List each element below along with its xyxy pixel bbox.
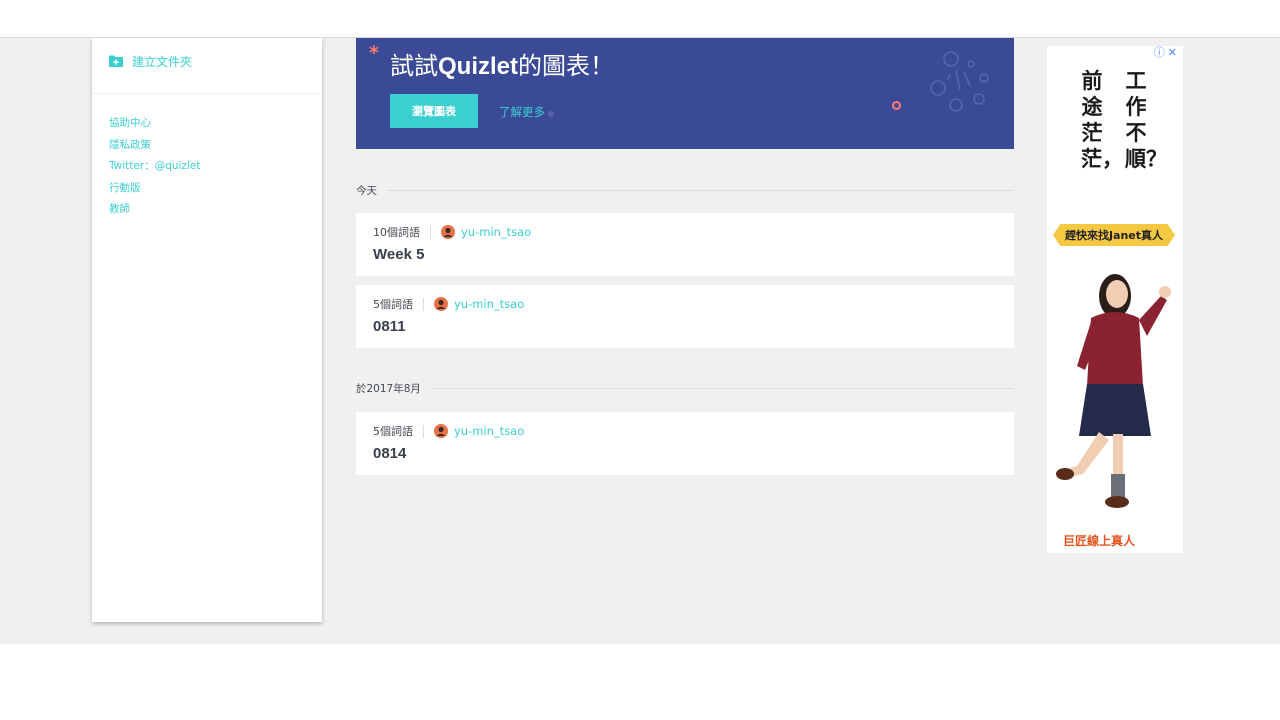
user-avatar-icon: [434, 297, 448, 311]
term-count: 5個詞語: [373, 298, 413, 311]
set-meta: 5個詞語 yu-min_tsao: [373, 295, 524, 313]
banner-title-prefix: 試試: [390, 52, 438, 80]
study-set-card[interactable]: 10個詞語 yu-min_tsao Week 5: [356, 213, 1014, 276]
twitter-link[interactable]: Twitter：@quizlet: [109, 159, 200, 181]
ad-info-icon[interactable]: ⓘ: [1154, 47, 1165, 59]
add-folder-icon: [109, 55, 123, 67]
banner-title: 試試Quizlet的圖表！: [390, 46, 614, 81]
browse-diagrams-button[interactable]: 瀏覽圖表: [390, 94, 478, 128]
section-label: 於2017年8月: [356, 382, 421, 395]
sidebar: 建立文件夾 協助中心 隱私政策 Twitter：@quizlet 行動版 教師: [92, 38, 322, 622]
set-title[interactable]: Week 5: [373, 246, 424, 263]
page-content: 建立文件夾 協助中心 隱私政策 Twitter：@quizlet 行動版 教師 …: [0, 38, 1280, 644]
help-center-link[interactable]: 協助中心: [109, 116, 200, 138]
term-count: 5個詞語: [373, 425, 413, 438]
teachers-link[interactable]: 教師: [109, 202, 200, 224]
set-meta: 5個詞語 yu-min_tsao: [373, 422, 524, 440]
term-count: 10個詞語: [373, 226, 420, 239]
study-set-card[interactable]: 5個詞語 yu-min_tsao 0811: [356, 285, 1014, 348]
section-rule: [430, 387, 1014, 389]
ad-tagline: 趕快來找Janet真人: [1053, 224, 1175, 246]
section-label: 今天: [356, 184, 377, 197]
study-set-card[interactable]: 5個詞語 yu-min_tsao 0814: [356, 412, 1014, 475]
diagrams-promo-banner: * 試試Quizlet的圖表！ 瀏覽圖表 了解更多: [356, 38, 1014, 149]
top-bar: [0, 0, 1280, 38]
privacy-policy-link[interactable]: 隱私政策: [109, 138, 200, 160]
ad-person-image: [1056, 274, 1171, 508]
diagram-decoration-icon: [930, 51, 989, 112]
create-folder-label: 建立文件夾: [132, 54, 193, 69]
ad-headline-right: 工作不順？: [1125, 69, 1167, 171]
username-link[interactable]: yu-min_tsao: [454, 297, 524, 311]
star-icon: *: [369, 42, 379, 64]
ad-headline-left: 前途茫茫，: [1081, 69, 1123, 171]
set-title[interactable]: 0811: [373, 318, 406, 335]
sidebar-divider: [92, 93, 322, 94]
mobile-link[interactable]: 行動版: [109, 181, 200, 203]
status-strip: [0, 644, 1280, 652]
set-meta: 10個詞語 yu-min_tsao: [373, 223, 531, 241]
username-link[interactable]: yu-min_tsao: [461, 225, 531, 239]
advertisement[interactable]: ⓘ ✕ 工作不順？ 前途茫茫， 趕快來找Janet真人 巨匠線上真人: [1047, 46, 1183, 553]
footer-links: 協助中心 隱私政策 Twitter：@quizlet 行動版 教師: [109, 116, 200, 224]
meta-separator: [423, 424, 424, 438]
ad-controls: ⓘ ✕: [1154, 47, 1177, 59]
learn-more-link[interactable]: 了解更多: [499, 104, 545, 120]
meta-separator: [430, 225, 431, 239]
meta-separator: [423, 297, 424, 311]
set-title[interactable]: 0814: [373, 445, 406, 462]
section-header-today: 今天: [356, 183, 1014, 197]
section-header-aug-2017: 於2017年8月: [356, 381, 1014, 395]
section-rule: [387, 189, 1014, 191]
ad-brand: 巨匠線上真人: [1063, 534, 1136, 548]
banner-title-suffix: 的圖表！: [518, 52, 615, 80]
decorative-ring: [892, 101, 901, 110]
user-avatar-icon: [434, 424, 448, 438]
username-link[interactable]: yu-min_tsao: [454, 424, 524, 438]
banner-title-brand: Quizlet: [438, 53, 519, 80]
ad-close-icon[interactable]: ✕: [1168, 47, 1177, 59]
user-avatar-icon: [441, 225, 455, 239]
decorative-dot: [548, 111, 554, 117]
create-folder-button[interactable]: 建立文件夾: [109, 52, 192, 70]
